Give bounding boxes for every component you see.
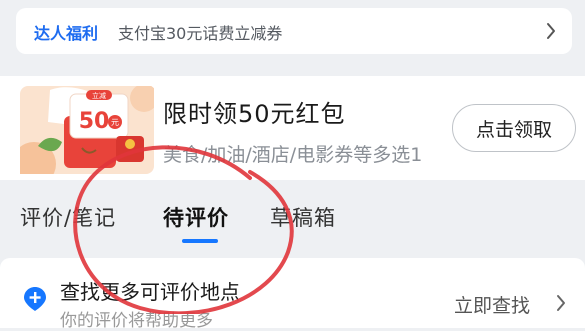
red-packet-promo-card: 立减 50 元 限时领50元红包 美食/加油/酒店/电影券等多选1 点击领取 xyxy=(0,76,585,180)
promo-subtitle: 美食/加油/酒店/电影券等多选1 xyxy=(163,144,423,166)
chevron-right-icon xyxy=(547,23,555,39)
location-plus-icon xyxy=(24,287,46,311)
chevron-right-icon xyxy=(557,295,565,311)
red-packet-image: 立减 50 元 xyxy=(20,86,154,174)
tab-pending-review[interactable]: 待评价 xyxy=(163,202,229,232)
promo-title: 限时领50元红包 xyxy=(163,100,346,128)
find-places-card[interactable]: 查找更多可评价地点 你的评价将帮助更多 立即查找 xyxy=(0,258,585,331)
tab-reviews-notes[interactable]: 评价/笔记 xyxy=(20,202,116,232)
claim-button[interactable]: 点击领取 xyxy=(452,104,576,152)
badge-top-text: 立减 xyxy=(92,91,106,100)
badge-amount-text: 50 xyxy=(79,109,110,134)
benefit-text: 支付宝30元话费立减券 xyxy=(118,24,283,43)
active-tab-indicator xyxy=(182,239,218,243)
benefit-banner[interactable]: 达人福利 支付宝30元话费立减券 xyxy=(16,8,572,54)
benefit-tag: 达人福利 xyxy=(34,24,99,43)
find-places-title: 查找更多可评价地点 xyxy=(60,280,240,304)
review-tabs: 评价/笔记 待评价 草稿箱 xyxy=(0,190,585,246)
badge-unit-text: 元 xyxy=(111,118,119,127)
find-places-desc: 你的评价将帮助更多 xyxy=(60,311,213,331)
tab-drafts[interactable]: 草稿箱 xyxy=(270,202,336,232)
